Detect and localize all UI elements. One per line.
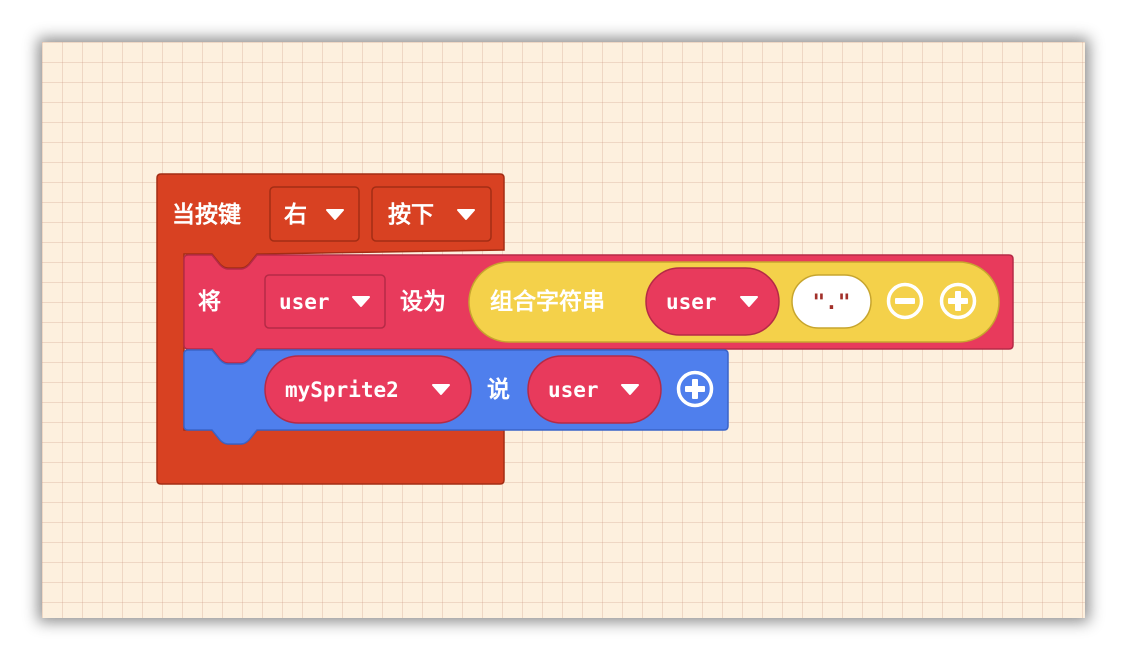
variable-dropdown[interactable]: user [264, 274, 386, 329]
sprite-dropdown-value[interactable]: mySprite2 [285, 378, 399, 402]
key-dropdown-value: 右 [284, 201, 307, 228]
text-value: "." [813, 290, 851, 314]
minus-glyph [895, 298, 915, 304]
key-dropdown[interactable]: 右 [269, 186, 360, 242]
say-value-reporter[interactable]: user [527, 355, 662, 424]
variable-dropdown-value: user [279, 290, 330, 314]
blocks-layer: 当按键 右 按下 将 user 设为 组合字符串 user "." mySpri… [156, 173, 1014, 485]
set-variable-block[interactable]: 将 user 设为 组合字符串 user "." [183, 254, 1014, 364]
assign-label: 设为 [400, 289, 446, 315]
event-label: 当按键 [172, 201, 241, 228]
plus-glyph-v [692, 379, 698, 399]
text-value-field[interactable]: "." [791, 274, 872, 329]
join-item-reporter[interactable]: user [645, 267, 780, 336]
plus-glyph-v [955, 291, 961, 311]
sprite-say-block[interactable]: mySprite2 说 user [183, 349, 729, 445]
set-label: 将 [198, 289, 221, 315]
action-dropdown-value: 按下 [388, 201, 434, 228]
say-value-dropdown-value[interactable]: user [548, 378, 599, 402]
sprite-reporter[interactable]: mySprite2 [264, 355, 472, 424]
join-string-block[interactable]: 组合字符串 user "." [468, 261, 1000, 343]
join-label: 组合字符串 [490, 288, 605, 315]
say-label: 说 [487, 376, 510, 403]
action-dropdown[interactable]: 按下 [371, 186, 492, 242]
join-item-dropdown-value[interactable]: user [666, 290, 717, 314]
